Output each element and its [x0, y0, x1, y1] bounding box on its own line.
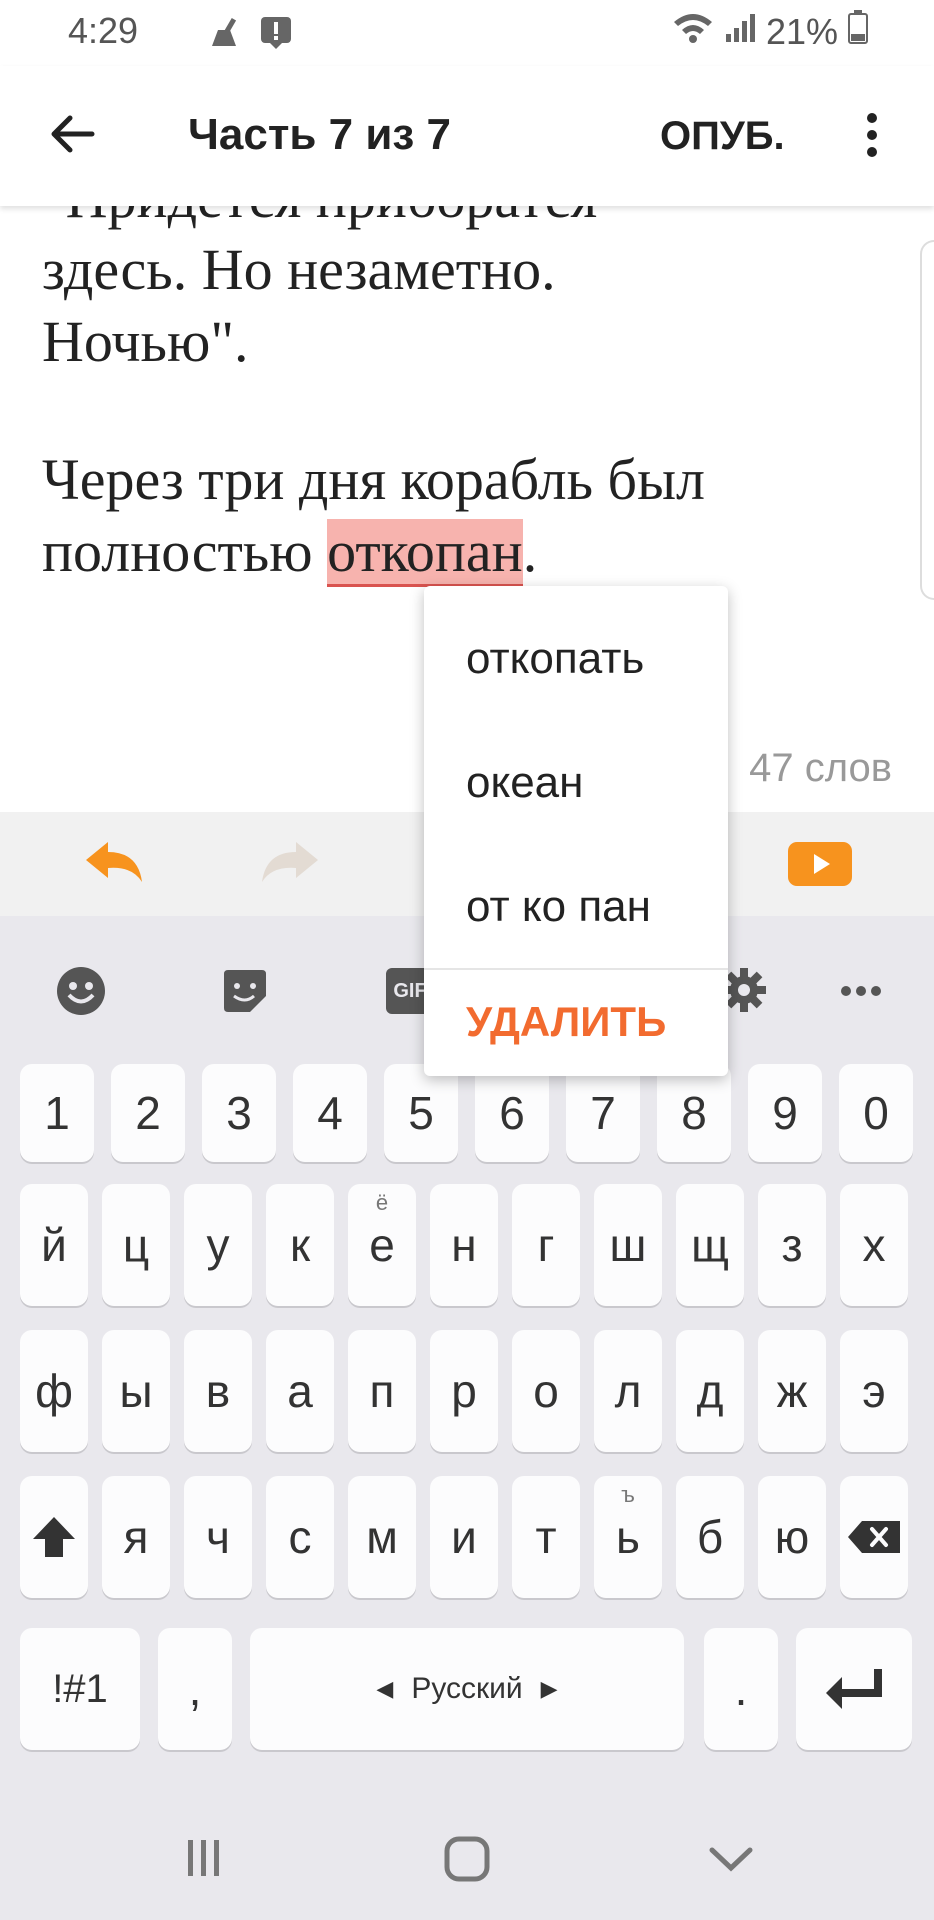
comma-key[interactable]: ,	[158, 1628, 232, 1750]
enter-key[interactable]	[796, 1628, 912, 1750]
key-0[interactable]: 0	[839, 1064, 913, 1162]
key-1[interactable]: 1	[20, 1064, 94, 1162]
key-д[interactable]: д	[676, 1330, 744, 1452]
backspace-icon	[848, 1521, 900, 1553]
key-hint: ъ	[621, 1482, 635, 1507]
back-chevron-icon[interactable]	[708, 1844, 754, 1879]
signal-icon	[724, 11, 756, 53]
editor-line-3: Через три дня корабль был	[42, 447, 705, 512]
key-н[interactable]: н	[430, 1184, 498, 1306]
suggestion-item[interactable]: океан	[466, 758, 583, 808]
key-п[interactable]: п	[348, 1330, 416, 1452]
space-key[interactable]: ◀ Русский ▶	[250, 1628, 684, 1750]
key-4[interactable]: 4	[293, 1064, 367, 1162]
suggestion-item[interactable]: откопать	[466, 634, 644, 684]
language-left-icon: ◀	[376, 1676, 394, 1701]
key-hint: ё	[375, 1190, 389, 1215]
key-ц[interactable]: ц	[102, 1184, 170, 1306]
suggestion-item[interactable]: от ко пан	[466, 882, 651, 932]
app-bar: Часть 7 из 7 ОПУБ.	[0, 66, 934, 206]
symbols-key[interactable]: !#1	[20, 1628, 140, 1750]
key-щ[interactable]: щ	[676, 1184, 744, 1306]
word-count: 47 слов	[749, 746, 892, 790]
key-л[interactable]: л	[594, 1330, 662, 1452]
battery-percent: 21%	[765, 10, 838, 52]
key-е[interactable]: ёе	[348, 1184, 416, 1306]
key-х[interactable]: х	[840, 1184, 908, 1306]
key-к[interactable]: к	[266, 1184, 334, 1306]
sticker-icon[interactable]	[220, 966, 270, 1021]
misspelled-word[interactable]: откопан	[327, 519, 523, 587]
key-6[interactable]: 6	[475, 1064, 549, 1162]
divider	[424, 968, 728, 970]
space-language-label: Русский	[411, 1672, 523, 1705]
more-vert-icon[interactable]	[864, 112, 880, 163]
home-icon[interactable]	[444, 1836, 490, 1887]
key-а[interactable]: а	[266, 1330, 334, 1452]
key-с[interactable]: с	[266, 1476, 334, 1598]
key-г[interactable]: г	[512, 1184, 580, 1306]
key-7[interactable]: 7	[566, 1064, 640, 1162]
status-time: 4:29	[68, 10, 139, 51]
key-м[interactable]: м	[348, 1476, 416, 1598]
undo-icon[interactable]	[82, 838, 146, 893]
key-и[interactable]: и	[430, 1476, 498, 1598]
enter-icon	[826, 1669, 882, 1709]
status-bar: 4:29 21%	[0, 0, 934, 66]
key-2[interactable]: 2	[111, 1064, 185, 1162]
editor-text: полностью	[42, 519, 328, 584]
wifi-icon	[672, 11, 714, 53]
editor-line-1: здесь. Но незаметно.	[42, 237, 556, 302]
shift-key[interactable]	[20, 1476, 88, 1598]
key-8[interactable]: 8	[657, 1064, 731, 1162]
editor-line-2: Ночью".	[42, 309, 249, 374]
key-т[interactable]: т	[512, 1476, 580, 1598]
shift-arrow-icon	[33, 1517, 75, 1557]
publish-button[interactable]: ОПУБ.	[660, 114, 785, 159]
battery-icon	[848, 10, 868, 53]
editor-line-partial: "Придется приборатся	[42, 206, 597, 234]
key-о[interactable]: о	[512, 1330, 580, 1452]
key-в[interactable]: в	[184, 1330, 252, 1452]
recent-apps-icon[interactable]	[184, 1838, 224, 1883]
key-й[interactable]: й	[20, 1184, 88, 1306]
key-ж[interactable]: ж	[758, 1330, 826, 1452]
key-р[interactable]: р	[430, 1330, 498, 1452]
status-right: 21%	[672, 10, 868, 53]
editor-line-4: полностью откопан.	[42, 516, 537, 588]
key-э[interactable]: э	[840, 1330, 908, 1452]
key-3[interactable]: 3	[202, 1064, 276, 1162]
language-right-icon: ▶	[540, 1676, 558, 1701]
more-horiz-icon[interactable]	[840, 984, 882, 1002]
key-label: ь	[616, 1511, 640, 1563]
spell-suggestions-popup: откопать океан от ко пан УДАЛИТЬ	[424, 586, 728, 1076]
editor-text: .	[522, 519, 538, 584]
key-ю[interactable]: ю	[758, 1476, 826, 1598]
key-9[interactable]: 9	[748, 1064, 822, 1162]
key-ф[interactable]: ф	[20, 1330, 88, 1452]
key-label: е	[369, 1219, 395, 1271]
key-б[interactable]: б	[676, 1476, 744, 1598]
alert-icon	[258, 14, 294, 55]
key-5[interactable]: 5	[384, 1064, 458, 1162]
cleaner-icon	[208, 16, 242, 55]
back-arrow-icon[interactable]	[46, 108, 98, 165]
redo-icon[interactable]	[258, 838, 322, 893]
page-title: Часть 7 из 7	[188, 110, 451, 159]
video-icon[interactable]	[788, 842, 852, 891]
emoji-icon[interactable]	[56, 966, 106, 1021]
scrollbar[interactable]	[920, 240, 934, 600]
key-ч[interactable]: ч	[184, 1476, 252, 1598]
key-з[interactable]: з	[758, 1184, 826, 1306]
key-ш[interactable]: ш	[594, 1184, 662, 1306]
key-у[interactable]: у	[184, 1184, 252, 1306]
system-nav-bar	[0, 1810, 934, 1920]
key-я[interactable]: я	[102, 1476, 170, 1598]
key-ь[interactable]: ъь	[594, 1476, 662, 1598]
backspace-key[interactable]	[840, 1476, 908, 1598]
key-ы[interactable]: ы	[102, 1330, 170, 1452]
period-key[interactable]: .	[704, 1628, 778, 1750]
delete-word-button[interactable]: УДАЛИТЬ	[466, 998, 666, 1046]
